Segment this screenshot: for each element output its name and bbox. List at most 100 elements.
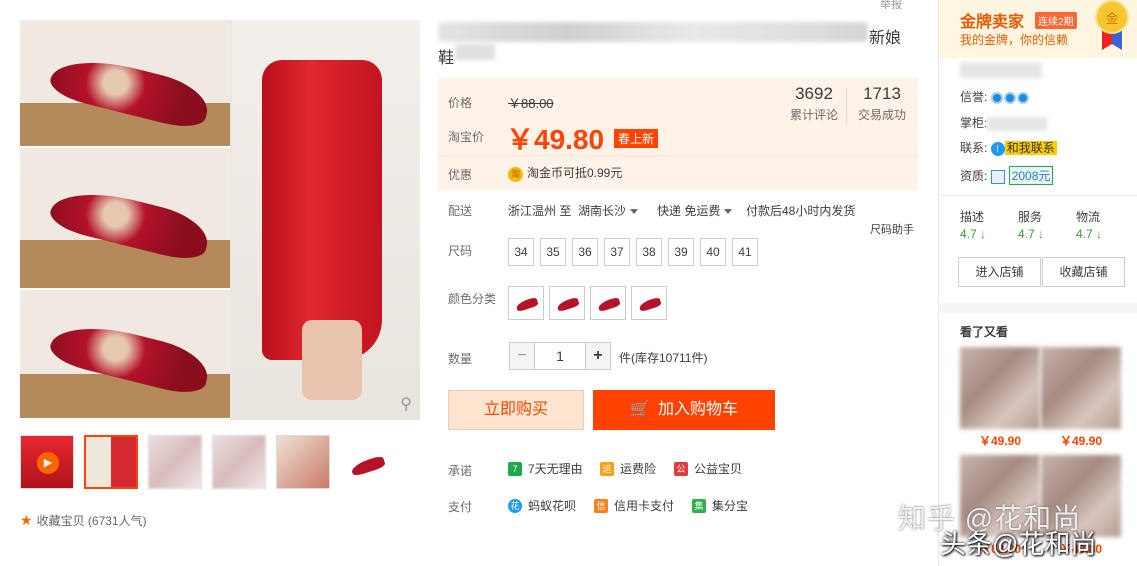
payment-text-3: 集分宝	[712, 499, 749, 513]
chat-icon: !	[990, 141, 1005, 156]
size-label: 尺码	[448, 244, 473, 258]
size-option-39[interactable]: 39	[668, 238, 694, 266]
size-option-34[interactable]: 34	[508, 238, 534, 266]
size-option-40[interactable]: 40	[700, 238, 726, 266]
promise-item-1[interactable]: 7 7天无理由	[508, 460, 583, 477]
gold-seller-header: 金牌卖家 连续2期 我的金牌，你的信赖 金	[939, 0, 1137, 58]
score-service-value: 4.7 ↓	[1018, 227, 1045, 241]
reviews-label: 累计评论	[790, 108, 839, 122]
payment-label: 支付	[448, 500, 473, 514]
price-label: 价格	[448, 96, 473, 110]
also-viewed-item-1[interactable]	[960, 347, 1040, 429]
score-logistics-label: 物流	[1076, 210, 1101, 224]
main-product-image[interactable]: ⚲	[20, 20, 420, 420]
payment-item-2[interactable]: 信信用卡支付	[594, 497, 674, 514]
score-service-label: 服务	[1018, 210, 1043, 224]
score-desc-value: 4.7 ↓	[960, 227, 987, 241]
shoe-photo-1	[20, 20, 230, 148]
payment-text-1: 蚂蚁花呗	[528, 499, 577, 513]
thumbnail-3[interactable]	[148, 435, 202, 489]
quantity-plus-button[interactable]: +	[585, 342, 611, 370]
thumbnail-2[interactable]	[84, 435, 138, 489]
shipping-insurance-icon: 运	[600, 461, 614, 476]
taobao-coin-icon: 淘	[508, 167, 523, 182]
enter-shop-button[interactable]: 进入店铺	[958, 257, 1041, 287]
shipping-label: 配送	[448, 204, 473, 218]
express-text: 快递 免运费	[657, 204, 721, 218]
sales-label: 交易成功	[858, 108, 907, 122]
quantity-minus-button[interactable]: −	[509, 342, 535, 370]
jifenbao-icon: 集	[692, 498, 706, 513]
dispatch-time: 付款后48小时内发货	[746, 204, 856, 218]
color-option-4[interactable]	[631, 286, 667, 320]
promise-item-3[interactable]: 公公益宝贝	[674, 460, 742, 477]
contact-label: 联系:	[960, 141, 988, 155]
promo-item: 淘淘金币可抵0.99元	[508, 164, 622, 182]
reviews-stat[interactable]: 3692 累计评论	[790, 84, 838, 123]
thumbnail-video[interactable]: ▶	[20, 435, 74, 489]
color-option-2[interactable]	[549, 286, 585, 320]
star-icon: ★	[20, 512, 33, 528]
promise-item-2[interactable]: 运运费险	[600, 460, 656, 477]
crown-icon	[990, 91, 1003, 104]
size-option-36[interactable]: 36	[572, 238, 598, 266]
new-badge: 春上新	[614, 129, 659, 148]
size-option-41[interactable]: 41	[732, 238, 758, 266]
crown-icon	[1003, 91, 1016, 104]
promise-text-1: 7天无理由	[528, 462, 583, 476]
credit-row: 信誉:	[960, 88, 1030, 105]
title-blurred	[438, 22, 868, 42]
color-option-1[interactable]	[508, 286, 544, 320]
report-link[interactable]: 举报	[880, 0, 902, 12]
size-helper-link[interactable]: 尺码助手	[870, 221, 914, 237]
credit-label: 信誉:	[960, 90, 988, 104]
also-viewed-price-1: ￥49.90	[978, 434, 1022, 448]
buy-now-button[interactable]: 立即购买	[448, 390, 584, 430]
contact-link[interactable]: 和我联系	[1004, 141, 1057, 155]
thumbnail-strip: ▶	[20, 435, 394, 490]
thumbnail-6[interactable]	[340, 435, 394, 489]
play-icon: ▶	[37, 452, 59, 474]
return-icon: 7	[508, 461, 522, 476]
size-option-35[interactable]: 35	[540, 238, 566, 266]
color-label: 颜色分类	[448, 292, 497, 306]
payment-item-1[interactable]: 花蚂蚁花呗	[508, 497, 576, 514]
title-text-1: 新娘	[869, 30, 902, 47]
thumbnail-4[interactable]	[212, 435, 266, 489]
keeper-name-blurred[interactable]	[987, 116, 1048, 131]
license-icon[interactable]	[990, 169, 1005, 184]
promise-text-2: 运费险	[620, 462, 657, 476]
favorite-item[interactable]: ★ 收藏宝贝 (6731人气)	[20, 512, 147, 529]
size-option-38[interactable]: 38	[636, 238, 662, 266]
promise-text-3: 公益宝贝	[694, 462, 743, 476]
streak-badge: 连续2期	[1035, 12, 1077, 29]
shipping-destination[interactable]: 湖南长沙	[578, 202, 639, 219]
model-photo	[232, 20, 420, 420]
zoom-icon[interactable]: ⚲	[400, 394, 412, 414]
also-viewed-title: 看了又看	[960, 325, 1009, 339]
payment-item-3[interactable]: 集集分宝	[692, 497, 748, 514]
deposit-badge[interactable]: 2008元	[1008, 166, 1054, 185]
qualification-row: 资质: 2008元	[960, 166, 1054, 185]
favorite-shop-button[interactable]: 收藏店铺	[1042, 257, 1125, 287]
gold-medal-icon: 金	[1095, 0, 1129, 34]
shop-name-blurred[interactable]	[960, 62, 1042, 78]
thumbnail-5[interactable]	[276, 435, 330, 489]
keeper-label: 掌柜:	[960, 116, 988, 130]
sales-stat: 1713 交易成功	[858, 84, 906, 123]
current-price: ￥49.80	[506, 124, 605, 155]
color-option-3[interactable]	[590, 286, 626, 320]
destination-text: 湖南长沙	[578, 204, 627, 218]
title-blurred-2	[455, 44, 495, 60]
quantity-input[interactable]: 1	[535, 342, 585, 370]
add-to-cart-button[interactable]: 🛒 加入购物车	[593, 390, 775, 430]
payment-text-2: 信用卡支付	[614, 499, 675, 513]
express-select[interactable]: 快递 免运费	[657, 202, 733, 219]
also-viewed-item-2[interactable]	[1041, 347, 1121, 429]
shoe-photo-2	[20, 148, 230, 290]
credit-card-icon: 信	[594, 498, 608, 513]
score-logistics-value: 4.7 ↓	[1076, 227, 1103, 241]
price-box: 价格 ￥88.00 淘宝价 ￥49.80 春上新 3692 累计评论 1713 …	[438, 78, 918, 190]
qualification-label: 资质:	[960, 169, 988, 183]
size-option-37[interactable]: 37	[604, 238, 630, 266]
